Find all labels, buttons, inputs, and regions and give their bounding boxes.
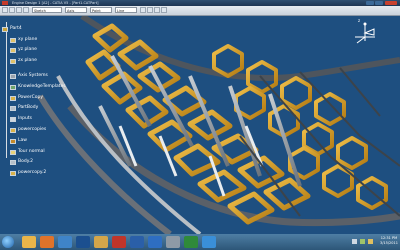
- acrobat-icon[interactable]: [112, 236, 126, 248]
- knowledge-icon: [10, 84, 16, 90]
- measure-icon[interactable]: [161, 7, 167, 13]
- feature-icon: [10, 149, 16, 155]
- law-icon: [10, 138, 16, 144]
- new-icon[interactable]: [2, 7, 8, 13]
- clock-date: 3/15/2011: [380, 241, 398, 245]
- undo-icon[interactable]: [23, 7, 29, 13]
- redo-icon[interactable]: [140, 7, 146, 13]
- powercopy-icon: [10, 170, 16, 176]
- tree-item-inputs[interactable]: Inputs: [10, 115, 32, 123]
- minimize-button[interactable]: [366, 1, 374, 5]
- calc-icon[interactable]: [166, 236, 180, 248]
- toolbar-combo-1[interactable]: Sketch: [32, 7, 62, 13]
- input-icon: [10, 116, 16, 122]
- toolbar-combo-3[interactable]: Point: [90, 7, 112, 13]
- tree-item-powercopies[interactable]: powercopies: [10, 126, 46, 134]
- compass-icon[interactable]: [352, 21, 378, 45]
- maximize-button[interactable]: [375, 1, 383, 5]
- part-icon: [2, 26, 8, 32]
- taskbar-clock[interactable]: 12:31 PM 3/15/2011: [380, 236, 398, 246]
- tree-item-part4[interactable]: Part4: [2, 25, 22, 33]
- save-icon[interactable]: [16, 7, 22, 13]
- plane-icon: [10, 47, 16, 53]
- tree-item-yz-plane[interactable]: yz plane: [10, 46, 37, 54]
- tree-item-body-2[interactable]: Body.2: [10, 158, 33, 166]
- folder-icon[interactable]: [94, 236, 108, 248]
- body-icon: [10, 159, 16, 165]
- ie-icon[interactable]: [202, 236, 216, 248]
- tree-item-powercopy-2[interactable]: powercopy.2: [10, 169, 46, 177]
- tree-item-partbody[interactable]: PartBody: [10, 104, 38, 112]
- toolbar-combo-4[interactable]: Line: [115, 7, 137, 13]
- photoshop-icon[interactable]: [130, 236, 144, 248]
- toolbar: Sketch Axis Point Line: [0, 6, 400, 16]
- tree-item-xy-plane[interactable]: xy plane: [10, 36, 37, 44]
- explorer-icon[interactable]: [22, 236, 36, 248]
- notification-icon[interactable]: [368, 239, 373, 244]
- catia-logo-icon: [2, 1, 8, 5]
- axis-icon: [10, 73, 16, 79]
- plane-icon: [10, 37, 16, 43]
- powercopy-icon: [10, 95, 16, 101]
- rotate-icon[interactable]: [154, 7, 160, 13]
- specification-tree: Part4 xy plane yz plane zx plane Axis Sy…: [0, 16, 80, 234]
- catia-icon[interactable]: [76, 236, 90, 248]
- tree-item-law[interactable]: Law: [10, 137, 27, 145]
- plane-icon: [10, 58, 16, 64]
- close-button[interactable]: [385, 1, 397, 5]
- media-icon[interactable]: [58, 236, 72, 248]
- tree-connector: [6, 22, 7, 158]
- word-icon[interactable]: [148, 236, 162, 248]
- taskbar: 12:31 PM 3/15/2011: [0, 234, 400, 250]
- tree-item-knowledge-templates[interactable]: KnowledgeTemplates: [10, 83, 66, 91]
- excel-icon[interactable]: [184, 236, 198, 248]
- volume-icon[interactable]: [360, 239, 365, 244]
- open-icon[interactable]: [9, 7, 15, 13]
- tree-item-tour-normal[interactable]: Tour normal: [10, 148, 45, 156]
- network-icon[interactable]: [352, 239, 357, 244]
- zoom-icon[interactable]: [147, 7, 153, 13]
- powercopy-icon: [10, 127, 16, 133]
- 3d-viewport[interactable]: Part4 xy plane yz plane zx plane Axis Sy…: [0, 16, 400, 234]
- body-icon: [10, 105, 16, 111]
- firefox-icon[interactable]: [40, 236, 54, 248]
- tree-item-axis-systems[interactable]: Axis Systems: [10, 72, 48, 80]
- tree-item-powercopy[interactable]: PowerCopy: [10, 94, 43, 102]
- toolbar-combo-2[interactable]: Axis: [65, 7, 87, 13]
- start-button[interactable]: [2, 236, 14, 248]
- tree-item-zx-plane[interactable]: zx plane: [10, 57, 37, 65]
